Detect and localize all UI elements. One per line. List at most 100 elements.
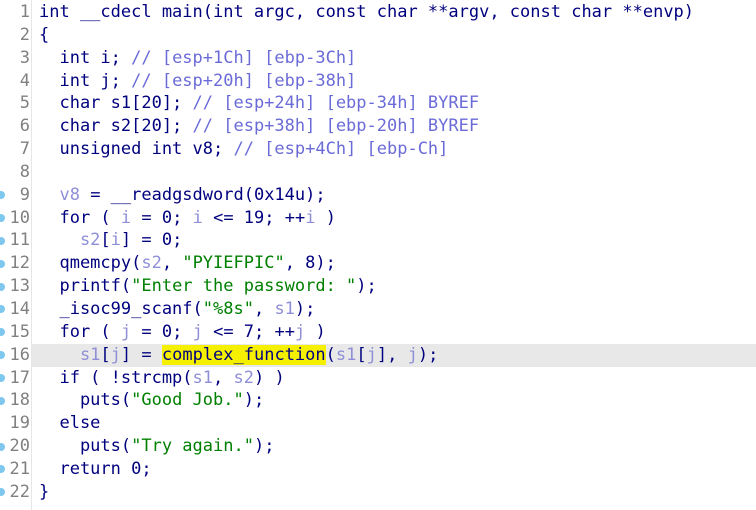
code-line[interactable]: 14 _isoc99_scanf("%8s", s1); xyxy=(0,298,756,321)
keyword-token: ) xyxy=(315,207,336,228)
code-text[interactable]: int j; // [esp+20h] [ebp-38h] xyxy=(30,70,356,93)
code-text[interactable]: return 0; xyxy=(30,458,151,481)
code-text[interactable]: _isoc99_scanf("%8s", s1); xyxy=(30,298,315,321)
code-line-list: 1 int __cdecl main(int argc, const char *… xyxy=(0,0,756,504)
number-token: 7 xyxy=(243,321,255,342)
code-text[interactable]: int i; // [esp+1Ch] [ebp-3Ch] xyxy=(30,47,356,70)
string-token: "PYIEFPIC" xyxy=(182,253,285,274)
keyword-token: } xyxy=(39,481,50,502)
number-token: 0 xyxy=(131,458,142,479)
execution-marker-icon[interactable] xyxy=(0,442,5,451)
variable-token: s2 xyxy=(141,253,162,274)
keyword-token: ] = xyxy=(120,230,162,251)
keyword-token: , xyxy=(253,298,275,319)
comment-token: // [esp+24h] [ebp-34h] BYREF xyxy=(192,93,480,114)
variable-token: s2 xyxy=(39,230,101,251)
comment-token: // [esp+38h] [ebp-20h] BYREF xyxy=(192,116,480,137)
keyword-token: ] = xyxy=(120,344,162,365)
code-line[interactable]: 12 qmemcpy(s2, "PYIEFPIC", 8); xyxy=(0,252,756,275)
code-line[interactable]: 10 for ( i = 0; i <= 19; ++i ) xyxy=(0,207,756,230)
keyword-token: ( xyxy=(325,344,336,365)
code-line[interactable]: 16 s1[j] = complex_function(s1[j], j); xyxy=(0,343,756,367)
code-line[interactable]: 5 char s1[20]; // [esp+24h] [ebp-34h] BY… xyxy=(0,92,756,115)
keyword-token: char s1[20]; xyxy=(39,93,193,114)
code-text[interactable]: for ( j = 0; j <= 7; ++j ) xyxy=(30,321,325,344)
code-line[interactable]: 13 printf("Enter the password: "); xyxy=(0,275,756,298)
line-number: 6 xyxy=(19,116,30,137)
code-line[interactable]: 22} xyxy=(0,481,756,504)
keyword-token: ); xyxy=(305,184,326,205)
code-line[interactable]: 8 xyxy=(0,161,756,184)
code-line[interactable]: 19 else xyxy=(0,412,756,435)
variable-token: j xyxy=(407,344,418,365)
code-line[interactable]: 4 int j; // [esp+20h] [ebp-38h] xyxy=(0,70,756,93)
code-text[interactable]: puts("Try again."); xyxy=(30,435,275,458)
variable-token: j xyxy=(192,321,203,342)
code-line[interactable]: 1 int __cdecl main(int argc, const char *… xyxy=(0,1,756,24)
keyword-token: int j; xyxy=(39,70,132,91)
comment-token: // [esp+20h] [ebp-38h] xyxy=(131,70,357,91)
variable-token: j xyxy=(110,344,121,365)
code-text[interactable]: char s1[20]; // [esp+24h] [ebp-34h] BYRE… xyxy=(30,92,479,115)
code-line[interactable]: 17 if ( !strcmp(s1, s2) ) xyxy=(0,367,756,390)
string-token: "Try again." xyxy=(131,436,254,457)
code-text[interactable]: } xyxy=(30,481,49,504)
code-text[interactable]: if ( !strcmp(s1, s2) ) xyxy=(30,367,285,390)
code-text[interactable]: puts("Good Job."); xyxy=(30,389,264,412)
keyword-token: = __readgsdword( xyxy=(79,184,254,205)
code-line[interactable]: 11 s2[i] = 0; xyxy=(0,229,756,252)
code-text[interactable]: printf("Enter the password: "); xyxy=(30,275,377,298)
keyword-token: else xyxy=(39,413,101,434)
pseudocode-view[interactable]: 1 int __cdecl main(int argc, const char *… xyxy=(0,0,756,510)
code-text[interactable]: int __cdecl main(int argc, const char **… xyxy=(30,1,694,24)
keyword-token: char s2[20]; xyxy=(39,116,193,137)
variable-token: s1 xyxy=(274,298,295,319)
keyword-token: ); xyxy=(356,276,377,297)
variable-token: s2 xyxy=(233,367,254,388)
code-line[interactable]: 2{ xyxy=(0,24,756,47)
code-text[interactable]: else xyxy=(30,412,100,435)
code-text[interactable]: s2[i] = 0; xyxy=(30,229,182,252)
number-token: 0x14u xyxy=(253,184,306,205)
code-line[interactable]: 6 char s2[20]; // [esp+38h] [ebp-20h] BY… xyxy=(0,115,756,138)
code-line[interactable]: 21 return 0; xyxy=(0,458,756,481)
code-text[interactable]: char s2[20]; // [esp+38h] [ebp-20h] BYRE… xyxy=(30,115,479,138)
line-number: 4 xyxy=(19,70,30,91)
code-line[interactable]: 20 puts("Try again."); xyxy=(0,435,756,458)
code-line[interactable]: 18 puts("Good Job."); xyxy=(0,389,756,412)
string-token: "Enter the password: " xyxy=(131,276,357,297)
code-text[interactable]: unsigned int v8; // [esp+4Ch] [ebp-Ch] xyxy=(30,138,448,161)
code-line[interactable]: 15 for ( j = 0; j <= 7; ++j ) xyxy=(0,321,756,344)
variable-token: s1 xyxy=(335,344,357,365)
keyword-token: ; xyxy=(172,321,193,342)
keyword-token: ); xyxy=(253,436,275,457)
code-line[interactable]: 3 int i; // [esp+1Ch] [ebp-3Ch] xyxy=(0,47,756,70)
variable-token: i xyxy=(192,207,203,228)
code-line[interactable]: 7 unsigned int v8; // [esp+4Ch] [ebp-Ch] xyxy=(0,138,756,161)
keyword-token: qmemcpy( xyxy=(39,253,142,274)
code-text[interactable]: qmemcpy(s2, "PYIEFPIC", 8); xyxy=(30,252,335,275)
keyword-token: printf( xyxy=(39,276,132,297)
variable-token: i xyxy=(120,207,132,228)
keyword-token: [ xyxy=(100,230,111,251)
code-text[interactable]: s1[j] = complex_function(s1[j], j); xyxy=(30,344,438,367)
keyword-token: unsigned int v8; xyxy=(39,139,234,160)
keyword-token: if ( !strcmp( xyxy=(39,367,193,388)
code-text[interactable]: { xyxy=(30,24,49,47)
code-text[interactable]: for ( i = 0; i <= 19; ++i ) xyxy=(30,207,336,230)
number-token: 8 xyxy=(305,253,316,274)
line-number: 1 xyxy=(19,2,30,22)
keyword-token: ); xyxy=(243,390,265,411)
string-token: "Good Job." xyxy=(131,390,244,411)
line-number: 19 xyxy=(9,413,30,434)
keyword-token: _isoc99_scanf( xyxy=(39,298,203,319)
code-text[interactable]: v8 = __readgsdword(0x14u); xyxy=(30,184,326,207)
code-line[interactable]: 9 v8 = __readgsdword(0x14u); xyxy=(0,184,756,207)
highlighted-token[interactable]: complex_function xyxy=(161,344,326,365)
keyword-token: for ( xyxy=(39,207,121,228)
keyword-token: ) ) xyxy=(253,367,285,388)
keyword-token: <= xyxy=(202,207,244,228)
keyword-token: return xyxy=(39,458,132,479)
keyword-token: ; ++ xyxy=(254,321,295,342)
keyword-token: puts( xyxy=(39,436,132,457)
